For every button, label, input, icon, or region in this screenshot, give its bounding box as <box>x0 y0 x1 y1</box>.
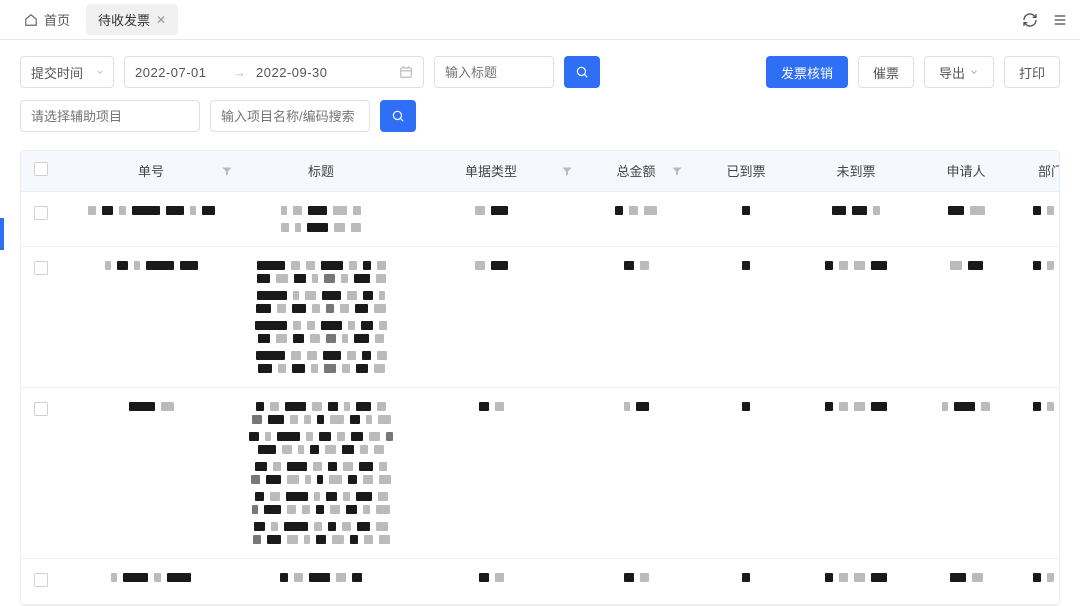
search-button[interactable] <box>564 56 600 88</box>
tab-pending-invoices[interactable]: 待收发票 ✕ <box>86 4 178 35</box>
tab-pending-label: 待收发票 <box>98 10 150 29</box>
export-button[interactable]: 导出 <box>924 56 994 88</box>
redacted-cell <box>691 191 801 246</box>
redacted-cell <box>401 191 581 246</box>
toolbar: 提交时间 → 发票核销 <box>0 40 1080 142</box>
redacted-cell <box>911 558 1021 604</box>
col-not-arrived[interactable]: 未到票 <box>801 151 911 191</box>
redacted-cell <box>691 246 801 387</box>
redacted-cell <box>401 246 581 387</box>
redacted-cell <box>61 387 241 558</box>
redacted-cell <box>241 246 401 387</box>
redacted-cell <box>911 191 1021 246</box>
redacted-cell <box>581 558 691 604</box>
urge-button[interactable]: 催票 <box>858 56 914 88</box>
chevron-down-icon <box>95 67 105 77</box>
redacted-cell <box>801 387 911 558</box>
tab-home-label: 首页 <box>44 10 70 29</box>
redacted-cell <box>401 387 581 558</box>
project-search-input-wrap <box>210 100 370 132</box>
search-icon <box>575 65 589 79</box>
redacted-cell <box>1021 387 1060 558</box>
redacted-cell <box>581 387 691 558</box>
menu-icon[interactable] <box>1052 12 1068 28</box>
redacted-cell <box>911 387 1021 558</box>
title-search-input-wrap <box>434 56 554 88</box>
redacted-cell <box>401 558 581 604</box>
row-checkbox[interactable] <box>34 573 48 587</box>
select-all-checkbox[interactable] <box>34 162 48 176</box>
date-start-input[interactable] <box>135 65 223 80</box>
title-search-input[interactable] <box>445 57 543 87</box>
aux-project-select[interactable] <box>20 100 200 132</box>
project-search-button[interactable] <box>380 100 416 132</box>
redacted-cell <box>691 558 801 604</box>
tab-bar: 首页 待收发票 ✕ <box>0 0 1080 40</box>
redacted-cell <box>241 558 401 604</box>
date-range-picker[interactable]: → <box>124 56 424 88</box>
redacted-cell <box>581 246 691 387</box>
redacted-cell <box>1021 558 1060 604</box>
chevron-down-icon <box>969 67 979 77</box>
redacted-cell <box>61 558 241 604</box>
table-header-row: 单号 标题 单据类型 总金额 已到票 未到票 申请人 部门 <box>21 151 1060 191</box>
redacted-cell <box>1021 246 1060 387</box>
table-row[interactable] <box>21 387 1060 558</box>
invoice-table: 单号 标题 单据类型 总金额 已到票 未到票 申请人 部门 <box>20 150 1060 606</box>
redacted-cell <box>1021 191 1060 246</box>
redacted-cell <box>801 558 911 604</box>
table-row[interactable] <box>21 558 1060 604</box>
search-icon <box>391 109 405 123</box>
project-search-input[interactable] <box>221 101 359 131</box>
submit-time-label: 提交时间 <box>31 63 83 82</box>
redacted-cell <box>241 387 401 558</box>
verify-invoice-button[interactable]: 发票核销 <box>766 56 848 88</box>
redacted-cell <box>241 191 401 246</box>
col-order-no[interactable]: 单号 <box>61 151 241 191</box>
refresh-icon[interactable] <box>1022 12 1038 28</box>
home-icon <box>24 13 38 27</box>
redacted-cell <box>581 191 691 246</box>
redacted-cell <box>801 191 911 246</box>
filter-icon[interactable] <box>671 165 683 177</box>
print-button[interactable]: 打印 <box>1004 56 1060 88</box>
submit-time-select[interactable]: 提交时间 <box>20 56 114 88</box>
filter-icon[interactable] <box>221 165 233 177</box>
close-icon[interactable]: ✕ <box>156 13 166 27</box>
col-doc-type[interactable]: 单据类型 <box>401 151 581 191</box>
redacted-cell <box>691 387 801 558</box>
table-row[interactable] <box>21 246 1060 387</box>
active-indicator <box>0 218 4 250</box>
arrow-right-icon: → <box>233 65 246 80</box>
col-applicant[interactable]: 申请人 <box>911 151 1021 191</box>
redacted-cell <box>801 246 911 387</box>
col-title[interactable]: 标题 <box>241 151 401 191</box>
row-checkbox[interactable] <box>34 402 48 416</box>
redacted-cell <box>61 191 241 246</box>
col-total[interactable]: 总金额 <box>581 151 691 191</box>
filter-icon[interactable] <box>561 165 573 177</box>
calendar-icon <box>399 65 413 79</box>
col-dept[interactable]: 部门 <box>1021 151 1060 191</box>
table-row[interactable] <box>21 191 1060 246</box>
date-end-input[interactable] <box>256 65 344 80</box>
aux-project-input[interactable] <box>31 101 189 131</box>
col-arrived[interactable]: 已到票 <box>691 151 801 191</box>
tab-home[interactable]: 首页 <box>12 4 82 35</box>
redacted-cell <box>61 246 241 387</box>
redacted-cell <box>911 246 1021 387</box>
row-checkbox[interactable] <box>34 261 48 275</box>
row-checkbox[interactable] <box>34 206 48 220</box>
